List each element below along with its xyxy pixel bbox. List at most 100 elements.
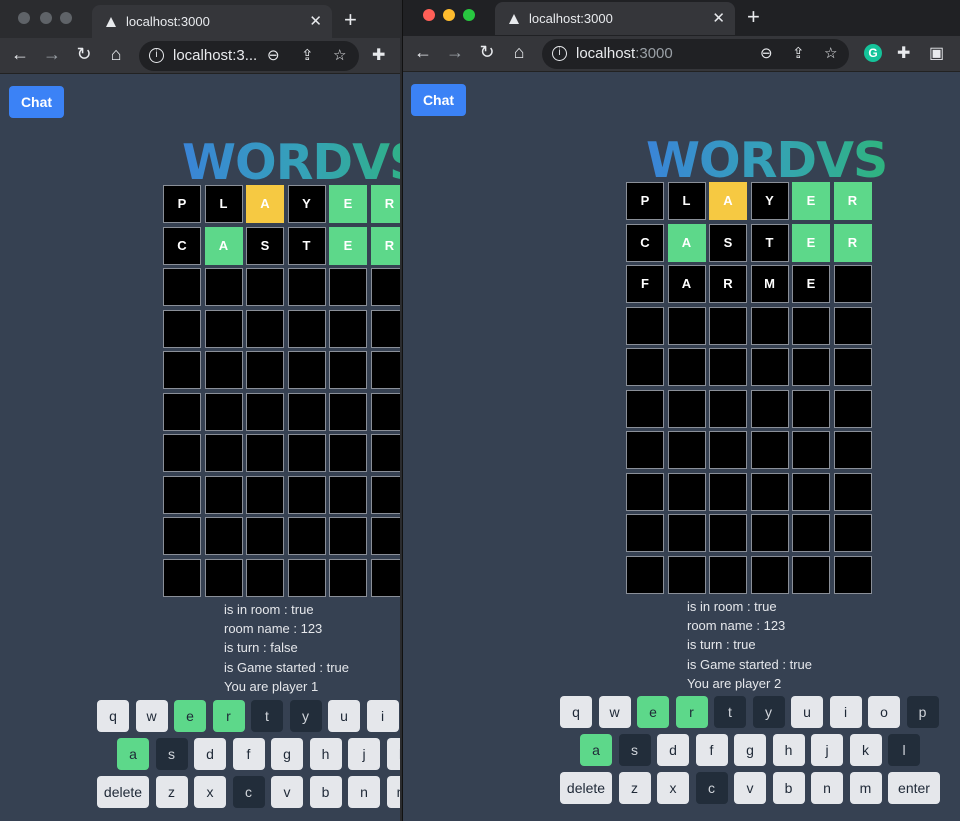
key-h[interactable]: h — [309, 738, 342, 770]
key-a[interactable]: a — [580, 734, 612, 766]
key-c[interactable]: c — [695, 772, 728, 804]
close-tab-icon[interactable]: ✕ — [712, 9, 725, 27]
key-s[interactable]: s — [155, 738, 188, 770]
board-cell — [246, 392, 284, 431]
key-w[interactable]: w — [598, 696, 631, 728]
key-f[interactable]: f — [232, 738, 265, 770]
key-r[interactable]: r — [675, 696, 708, 728]
key-c[interactable]: c — [232, 776, 265, 808]
address-bar[interactable]: i localhost:3000 ⊖ ⇪ ☆ — [542, 39, 849, 69]
board-cell: E — [792, 223, 830, 262]
board-cell: R — [370, 226, 400, 265]
key-n[interactable]: n — [811, 772, 843, 804]
key-l[interactable]: l — [888, 734, 920, 766]
key-s[interactable]: s — [618, 734, 651, 766]
zoom-window-button[interactable] — [60, 12, 72, 24]
key-e[interactable]: e — [174, 700, 206, 732]
key-delete[interactable]: delete — [97, 776, 149, 808]
forward-icon[interactable]: → — [445, 42, 465, 63]
key-b[interactable]: b — [309, 776, 342, 808]
key-k[interactable]: k — [386, 738, 400, 770]
new-tab-icon[interactable]: + — [344, 7, 357, 33]
key-q[interactable]: q — [560, 696, 592, 728]
back-icon[interactable]: ← — [10, 44, 30, 65]
key-h[interactable]: h — [772, 734, 805, 766]
key-o[interactable]: o — [868, 696, 900, 728]
key-v[interactable]: v — [271, 776, 303, 808]
bookmark-star-icon[interactable]: ☆ — [333, 46, 346, 64]
key-x[interactable]: x — [194, 776, 226, 808]
forward-icon[interactable]: → — [42, 44, 62, 65]
share-icon[interactable]: ⇪ — [301, 46, 314, 64]
key-a[interactable]: a — [117, 738, 149, 770]
side-panel-icon[interactable]: ▣ — [929, 43, 944, 63]
reload-icon[interactable]: ↻ — [74, 44, 94, 65]
key-k[interactable]: k — [849, 734, 882, 766]
extensions-icon[interactable]: ✚ — [372, 45, 385, 65]
extensions-icon[interactable]: ✚ — [897, 43, 910, 63]
key-i[interactable]: i — [829, 696, 862, 728]
key-t[interactable]: t — [251, 700, 283, 732]
key-p[interactable]: p — [906, 696, 939, 728]
board-cell — [287, 475, 326, 514]
key-delete[interactable]: delete — [560, 772, 612, 804]
status-line: is Game started : true — [224, 659, 349, 675]
close-window-button[interactable] — [423, 9, 435, 21]
key-u[interactable]: u — [791, 696, 823, 728]
key-y[interactable]: y — [289, 700, 322, 732]
key-x[interactable]: x — [657, 772, 689, 804]
key-e[interactable]: e — [637, 696, 669, 728]
board-cell — [667, 555, 706, 594]
key-j[interactable]: j — [811, 734, 843, 766]
key-j[interactable]: j — [348, 738, 380, 770]
back-icon[interactable]: ← — [413, 42, 433, 63]
home-icon[interactable]: ⌂ — [509, 42, 529, 63]
board-cell — [329, 558, 367, 597]
key-g[interactable]: g — [734, 734, 766, 766]
board-cell — [370, 434, 400, 472]
browser-tab[interactable]: localhost:3000 ✕ — [92, 5, 332, 38]
browser-tab[interactable]: localhost:3000 ✕ — [495, 2, 735, 35]
bookmark-star-icon[interactable]: ☆ — [824, 44, 837, 62]
key-f[interactable]: f — [695, 734, 728, 766]
key-q[interactable]: q — [97, 700, 129, 732]
chat-button[interactable]: Chat — [411, 84, 466, 116]
close-tab-icon[interactable]: ✕ — [309, 12, 322, 30]
zoom-window-button[interactable] — [463, 9, 475, 21]
key-g[interactable]: g — [271, 738, 303, 770]
key-z[interactable]: z — [155, 776, 188, 808]
address-bar[interactable]: i localhost:3... ⊖ ⇪ ☆ — [139, 41, 359, 71]
key-w[interactable]: w — [135, 700, 168, 732]
minimize-window-button[interactable] — [443, 9, 455, 21]
new-tab-icon[interactable]: + — [747, 4, 760, 30]
key-m[interactable]: m — [849, 772, 882, 804]
minimize-window-button[interactable] — [40, 12, 52, 24]
key-enter[interactable]: enter — [888, 772, 940, 804]
key-y[interactable]: y — [752, 696, 785, 728]
board-cell — [626, 472, 664, 511]
board-cell — [709, 431, 747, 469]
board-cell — [370, 309, 400, 348]
key-v[interactable]: v — [734, 772, 766, 804]
site-info-icon[interactable]: i — [149, 48, 164, 63]
close-window-button[interactable] — [18, 12, 30, 24]
grammarly-icon[interactable]: G — [864, 44, 882, 62]
key-m[interactable]: m — [386, 776, 400, 808]
key-d[interactable]: d — [194, 738, 226, 770]
key-z[interactable]: z — [618, 772, 651, 804]
key-u[interactable]: u — [328, 700, 360, 732]
key-t[interactable]: t — [714, 696, 746, 728]
reload-icon[interactable]: ↻ — [477, 42, 497, 63]
key-i[interactable]: i — [366, 700, 399, 732]
zoom-icon[interactable]: ⊖ — [267, 46, 280, 64]
board-cell — [246, 475, 284, 514]
key-r[interactable]: r — [212, 700, 245, 732]
zoom-icon[interactable]: ⊖ — [760, 44, 773, 62]
site-info-icon[interactable]: i — [552, 46, 567, 61]
share-icon[interactable]: ⇪ — [792, 44, 805, 62]
key-d[interactable]: d — [657, 734, 689, 766]
chat-button[interactable]: Chat — [9, 86, 64, 118]
home-icon[interactable]: ⌂ — [106, 44, 126, 65]
key-n[interactable]: n — [348, 776, 380, 808]
key-b[interactable]: b — [772, 772, 805, 804]
